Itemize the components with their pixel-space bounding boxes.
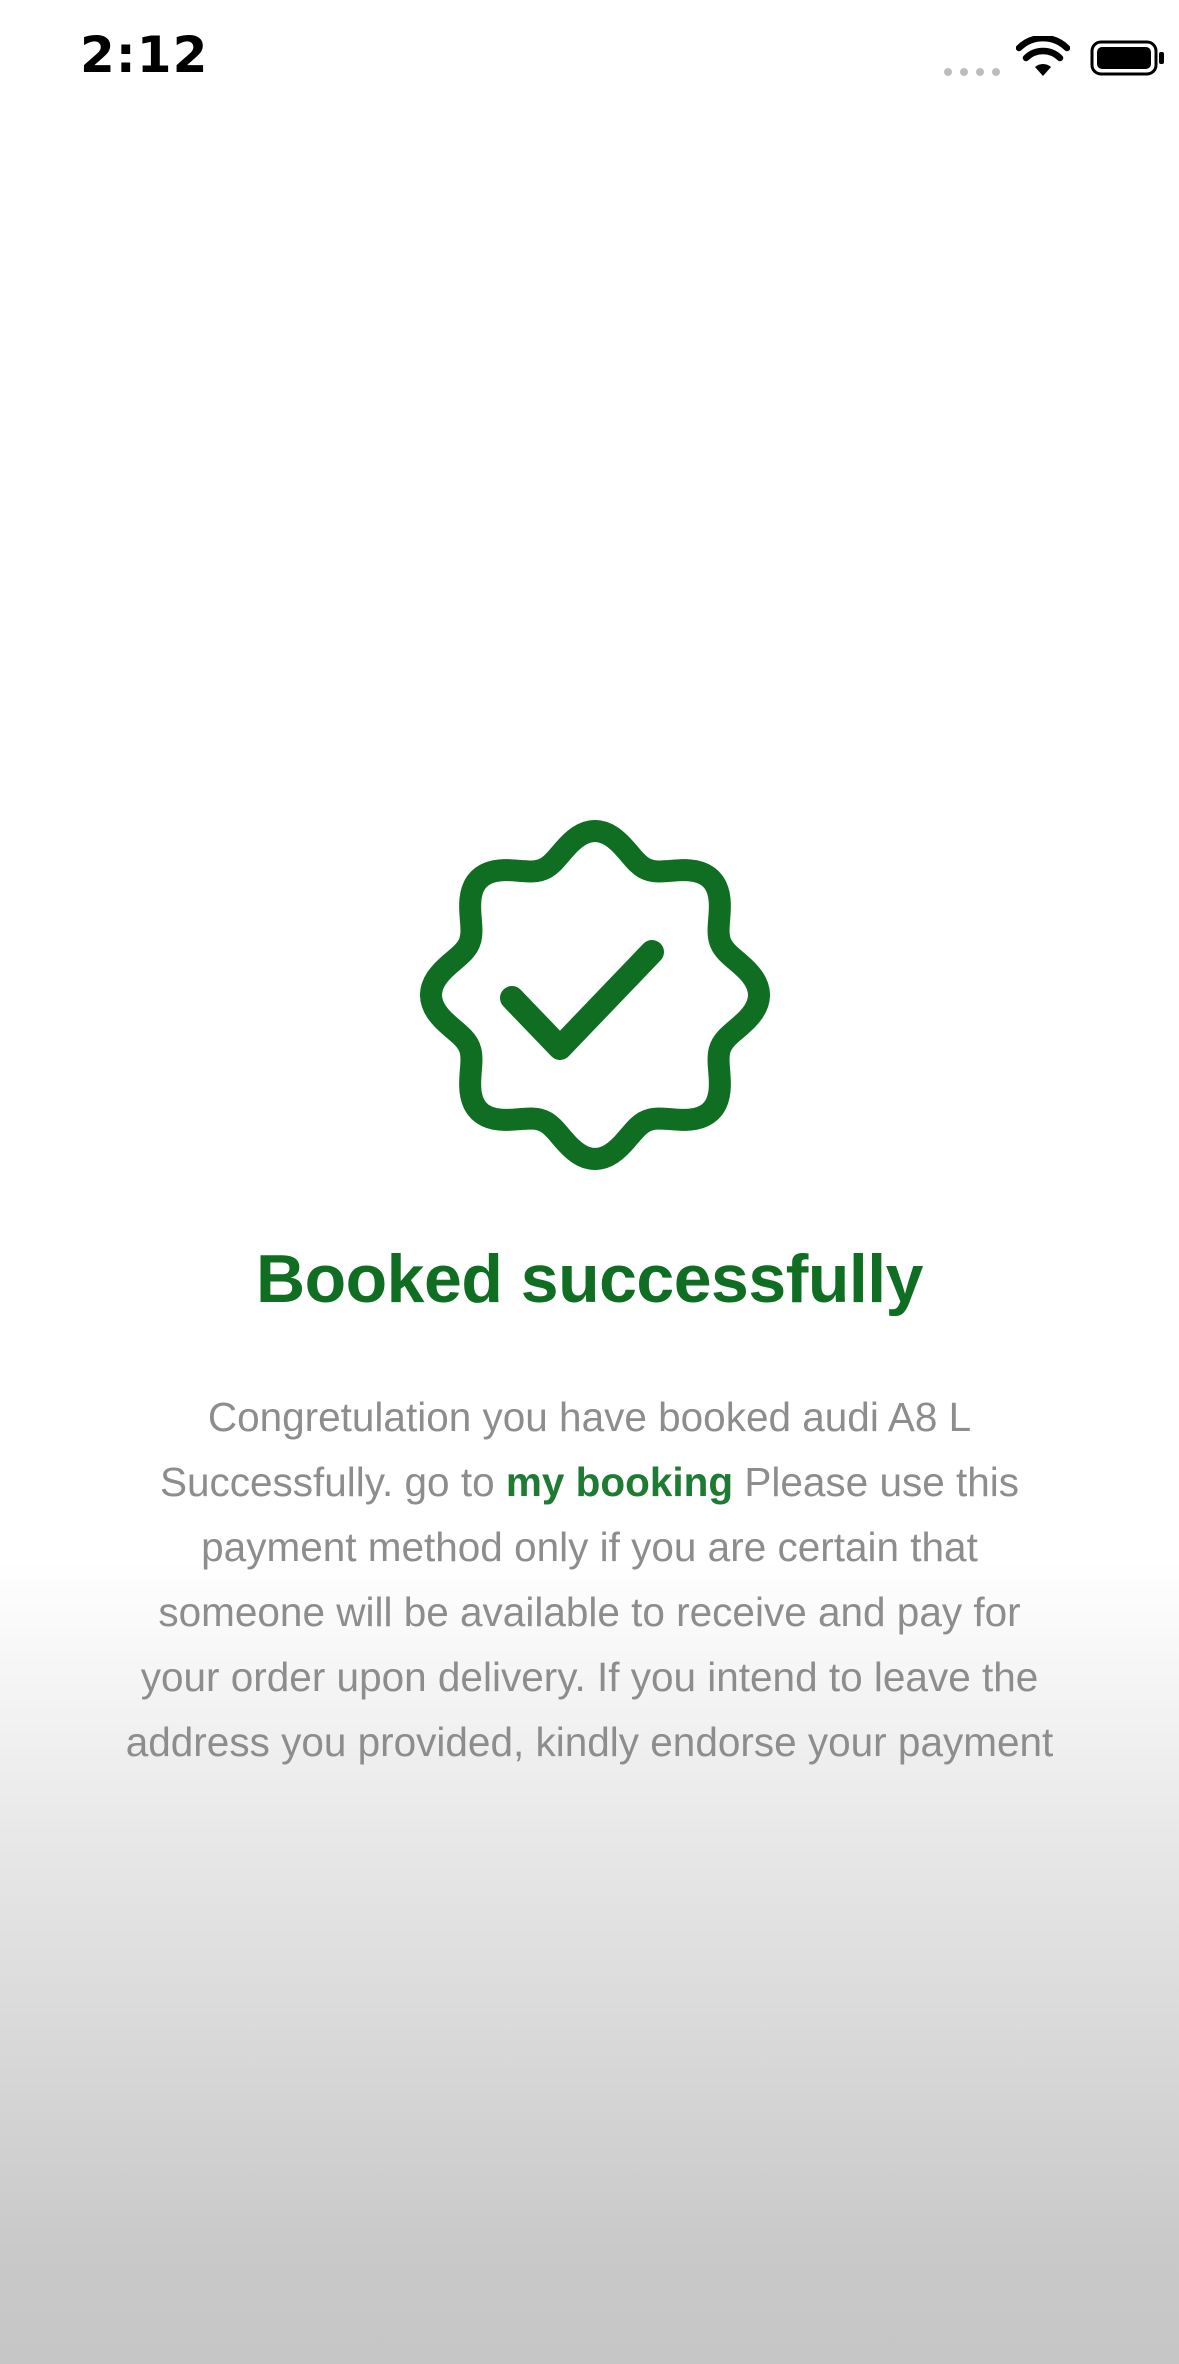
my-booking-link[interactable]: my booking	[506, 1459, 733, 1505]
booking-success-screen: 2:12 Booked successfully Congretulation …	[0, 0, 1179, 2364]
message-line: Congretulation you have booked audi A8 L	[207, 1394, 972, 1440]
status-bar: 2:12	[0, 0, 1179, 130]
message-line: Successfully. go to my booking Please us…	[20, 1450, 1159, 1515]
message-text: Successfully. go to	[159, 1459, 506, 1505]
message-line: your order upon delivery. If you intend …	[140, 1654, 1039, 1700]
message-text: Please use this	[733, 1459, 1020, 1505]
signal-dots-icon	[944, 68, 1000, 76]
success-title: Booked successfully	[256, 1241, 923, 1317]
success-message: Congretulation you have booked audi A8 L…	[20, 1385, 1159, 1775]
message-line: someone will be available to receive and…	[158, 1589, 1021, 1635]
wifi-icon	[1016, 36, 1070, 76]
battery-icon	[1090, 40, 1164, 76]
message-line: payment method only if you are certain t…	[201, 1524, 978, 1570]
verified-badge-check-icon	[420, 820, 770, 1170]
status-time: 2:12	[80, 26, 209, 84]
message-line: address you provided, kindly endorse you…	[125, 1719, 1054, 1765]
